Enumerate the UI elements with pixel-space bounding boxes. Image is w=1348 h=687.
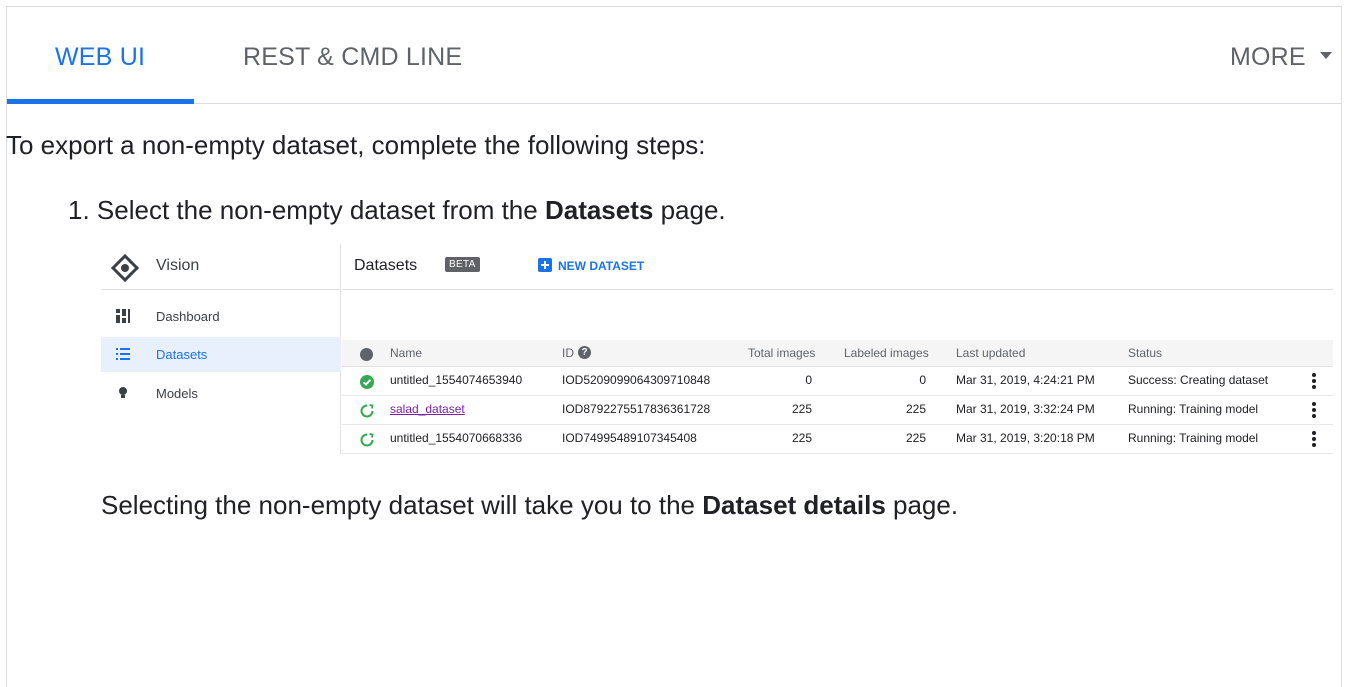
running-icon bbox=[360, 404, 374, 418]
dataset-name[interactable]: untitled_1554074653940 bbox=[390, 373, 522, 387]
intro-text: To export a non-empty dataset, complete … bbox=[6, 130, 706, 160]
tab-rest-cmd-line[interactable]: REST & CMD LINE bbox=[243, 43, 462, 72]
dataset-id: IOD8792275517836361728 bbox=[562, 402, 711, 416]
table-row[interactable]: salad_dataset IOD8792275517836361728 225… bbox=[342, 396, 1333, 425]
dataset-id: IOD5209099064309710848 bbox=[562, 373, 711, 387]
more-label: MORE bbox=[1230, 43, 1306, 71]
running-icon bbox=[360, 433, 374, 447]
last-updated: Mar 31, 2019, 3:32:24 PM bbox=[956, 402, 1095, 416]
more-vert-icon[interactable] bbox=[1311, 431, 1317, 449]
dataset-status: Success: Creating dataset bbox=[1128, 373, 1269, 387]
step-number: 1. bbox=[68, 195, 90, 225]
new-dataset-label: NEW DATASET bbox=[558, 258, 645, 273]
total-images: 0 bbox=[805, 373, 812, 387]
tab-more[interactable]: MORE bbox=[1230, 43, 1332, 72]
column-header-status[interactable]: Status bbox=[1128, 346, 1162, 360]
product-title: Vision bbox=[156, 257, 200, 274]
caret-down-icon bbox=[1319, 51, 1332, 59]
sidebar-item-models[interactable]: Models bbox=[101, 376, 341, 411]
table-header: Name ID? Total images Labeled images Las… bbox=[342, 340, 1333, 367]
followup-bold-text: Dataset details bbox=[702, 490, 886, 520]
last-updated: Mar 31, 2019, 3:20:18 PM bbox=[956, 431, 1095, 445]
step-text-end: page. bbox=[660, 195, 726, 225]
dataset-status: Running: Training model bbox=[1128, 431, 1259, 445]
column-header-id-label: ID bbox=[562, 346, 574, 360]
column-header-id[interactable]: ID? bbox=[562, 346, 591, 360]
table-row[interactable]: untitled_1554070668336 IOD74995489107345… bbox=[342, 425, 1333, 454]
sidebar-item-label: Datasets bbox=[156, 347, 208, 362]
lightbulb-icon bbox=[119, 387, 127, 398]
sidebar-item-label: Models bbox=[156, 386, 198, 401]
list-icon bbox=[116, 348, 130, 360]
labeled-images: 0 bbox=[919, 373, 926, 387]
followup-text-end: page. bbox=[893, 490, 959, 520]
beta-badge: BETA bbox=[445, 257, 480, 272]
active-tab-indicator bbox=[7, 99, 194, 104]
status-column-icon bbox=[360, 348, 373, 361]
column-header-total-images[interactable]: Total images bbox=[748, 346, 815, 360]
help-icon[interactable]: ? bbox=[578, 346, 591, 360]
step-text: Select the non-empty dataset from the bbox=[96, 195, 538, 225]
more-vert-icon[interactable] bbox=[1311, 373, 1317, 391]
column-header-name[interactable]: Name bbox=[390, 346, 422, 360]
last-updated: Mar 31, 2019, 4:24:21 PM bbox=[956, 373, 1095, 387]
sidebar-header: Vision bbox=[101, 244, 341, 290]
dataset-name[interactable]: untitled_1554070668336 bbox=[390, 431, 522, 445]
vision-logo-icon bbox=[111, 254, 139, 282]
page-title: Datasets bbox=[354, 257, 418, 274]
table-row[interactable]: untitled_1554074653940 IOD52090990643097… bbox=[342, 367, 1333, 396]
success-check-icon bbox=[360, 375, 374, 389]
sidebar-item-dashboard[interactable]: Dashboard bbox=[101, 299, 341, 334]
total-images: 225 bbox=[791, 402, 812, 416]
plus-icon bbox=[538, 257, 552, 272]
sidebar-item-datasets[interactable]: Datasets bbox=[101, 337, 341, 372]
followup-text: Selecting the non-empty dataset will tak… bbox=[101, 490, 696, 520]
labeled-images: 225 bbox=[905, 402, 926, 416]
dataset-status: Running: Training model bbox=[1128, 402, 1259, 416]
followup-paragraph: Selecting the non-empty dataset will tak… bbox=[101, 490, 958, 521]
page-header: Datasets BETA NEW DATASET bbox=[342, 244, 1333, 290]
tab-web-ui[interactable]: WEB UI bbox=[55, 43, 145, 72]
step-bold-text: Datasets bbox=[544, 195, 654, 225]
new-dataset-button[interactable]: NEW DATASET bbox=[538, 257, 644, 275]
dataset-name-link[interactable]: salad_dataset bbox=[390, 402, 465, 416]
total-images: 225 bbox=[791, 431, 812, 445]
console-sidebar: Vision Dashboard Datasets Models bbox=[101, 244, 341, 454]
more-vert-icon[interactable] bbox=[1311, 402, 1317, 420]
column-header-labeled-images[interactable]: Labeled images bbox=[844, 346, 929, 360]
labeled-images: 225 bbox=[905, 431, 926, 445]
tab-bar: WEB UI REST & CMD LINE MORE bbox=[7, 7, 1341, 104]
column-header-last-updated[interactable]: Last updated bbox=[956, 346, 1025, 360]
dashboard-icon bbox=[116, 309, 130, 323]
step-1: 1. Select the non-empty dataset from the… bbox=[68, 195, 726, 226]
intro-paragraph: To export a non-empty dataset, complete … bbox=[6, 130, 706, 161]
datasets-page-screenshot: Vision Dashboard Datasets Models Dataset… bbox=[101, 244, 1333, 454]
console-main: Datasets BETA NEW DATASET Name ID? Total… bbox=[342, 244, 1333, 454]
sidebar-item-label: Dashboard bbox=[156, 309, 220, 324]
dataset-id: IOD74995489107345408 bbox=[562, 431, 697, 445]
